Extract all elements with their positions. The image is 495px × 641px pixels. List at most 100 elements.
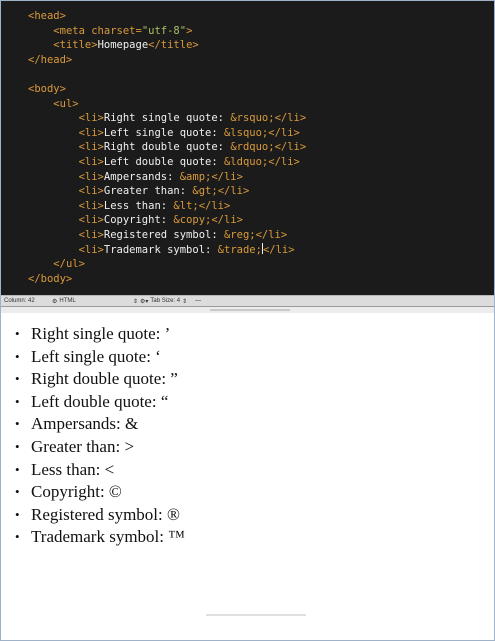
tab-size-label: Tab Size: 4 (150, 298, 181, 304)
symbol-menu[interactable]: — (192, 296, 204, 306)
list-item: • Left double quote: “ (15, 391, 185, 414)
code-token: <li> (78, 243, 104, 256)
code-line[interactable]: </body> (28, 272, 306, 287)
list-item: • Trademark symbol: ™ (15, 526, 185, 549)
code-token: </li> (255, 228, 288, 241)
list-item-text: Copyright: © (31, 482, 122, 502)
code-token: &rdquo; (230, 141, 275, 154)
code-token: "utf-8" (141, 24, 187, 37)
code-token: <li> (78, 185, 104, 198)
list-item-text: Left double quote: “ (31, 391, 169, 411)
code-token: Right single quote: (103, 112, 231, 125)
code-token: </body> (28, 272, 73, 285)
code-line[interactable]: </ul> (28, 257, 306, 272)
list-item-text: Right single quote: ’ (31, 324, 171, 343)
code-line[interactable]: <ul> (28, 97, 306, 112)
code-token: Left double quote: (103, 155, 224, 168)
code-token: &rsquo; (230, 112, 275, 125)
code-token: &gt; (192, 185, 218, 198)
column-indicator: Column: 42 (1, 296, 49, 306)
code-token: &reg; (223, 228, 256, 241)
bullet-icon: • (15, 461, 20, 477)
bullet-icon: • (15, 393, 20, 409)
browser-preview: • Right single quote: ’ • Left single quote… (1, 313, 494, 640)
code-line[interactable]: <meta charset="utf-8"> (28, 24, 306, 39)
divider-handle[interactable] (210, 309, 290, 311)
code-editor[interactable]: <head> <meta charset="utf-8"> <title>Hom… (1, 1, 494, 295)
code-token: </li> (262, 243, 295, 256)
code-token: &lt; (173, 199, 199, 212)
list-item-text: Left single quote: ‘ (31, 346, 161, 366)
code-token: Right double quote: (103, 141, 231, 154)
code-token: Registered symbol: (103, 228, 224, 241)
bullet-icon: • (15, 416, 20, 432)
code-token: </li> (274, 141, 307, 154)
gear-icon: ⚙ (52, 298, 58, 305)
code-line[interactable]: <li>Greater than: &gt;</li> (28, 184, 306, 199)
code-token: </li> (268, 155, 300, 168)
code-line[interactable]: <li>Left double quote: &ldquo;</li> (28, 155, 306, 170)
code-line[interactable] (28, 67, 306, 82)
code-token: <title> (53, 39, 98, 52)
stepper-icon: ⇕ (133, 298, 139, 305)
code-token: <li> (78, 214, 104, 227)
language-label: HTML (59, 298, 76, 304)
code-line[interactable]: <head> (28, 9, 306, 24)
list-item-text: Trademark symbol: ™ (31, 527, 185, 547)
list-item: • Greater than: > (15, 436, 185, 459)
stepper-icon: ⇕ (182, 298, 188, 305)
code-token: </title> (148, 39, 199, 52)
code-token: <ul> (53, 97, 79, 110)
code-token: Greater than: (103, 185, 193, 198)
list-item-text: Ampersands: & (31, 414, 139, 434)
code-line[interactable]: </head> (28, 53, 306, 68)
language-selector[interactable]: ⚙ HTML (49, 296, 130, 306)
code-line[interactable]: <li>Registered symbol: &reg;</li> (28, 228, 306, 243)
code-token: &ldquo; (223, 155, 269, 168)
code-line[interactable]: <li>Left single quote: &lsquo;</li> (28, 126, 306, 141)
code-token: <li> (78, 155, 104, 168)
preview-list: • Right single quote: ’ • Left single quote… (15, 323, 185, 549)
bullet-icon: • (15, 348, 20, 364)
code-token: </li> (211, 170, 243, 183)
code-line[interactable]: <li>Copyright: &copy;</li> (28, 213, 306, 228)
list-item-text: Less than: < (31, 459, 115, 479)
code-line[interactable]: <li>Less than: &lt;</li> (28, 199, 306, 214)
code-token: Trademark symbol: (103, 243, 218, 256)
code-token: Ampersands: (103, 170, 180, 183)
code-line[interactable]: <li>Ampersands: &amp;</li> (28, 170, 306, 185)
list-item: • Left single quote: ‘ (15, 346, 185, 369)
settings-icon: ⚙▾ (140, 298, 149, 305)
code-token: &copy; (173, 214, 212, 227)
symbol-menu-label: — (195, 298, 202, 304)
code-token: <li> (78, 126, 104, 139)
list-item: • Copyright: © (15, 481, 185, 504)
code-line[interactable]: <title>Homepage</title> (28, 38, 306, 53)
code-token: <li> (78, 112, 104, 125)
code-lines[interactable]: <head> <meta charset="utf-8"> <title>Hom… (28, 9, 306, 286)
code-line[interactable]: <li>Right single quote: &rsquo;</li> (28, 111, 307, 126)
list-item: • Ampersands: & (15, 413, 185, 436)
list-item: • Right double quote: ” (15, 368, 185, 391)
column-label: Column: 42 (4, 298, 35, 304)
code-token: <li> (78, 170, 104, 183)
code-token: </li> (274, 112, 307, 125)
list-item: • Right single quote: ’ (15, 323, 185, 346)
code-token: Homepage (97, 39, 149, 52)
tab-size-selector[interactable]: ⇕ ⚙▾ Tab Size: 4 ⇕ (130, 296, 192, 306)
list-item: • Less than: < (15, 459, 185, 482)
code-line[interactable]: <li>Right double quote: &rdquo;</li> (28, 140, 307, 155)
code-line[interactable]: <li>Trademark symbol: &trade;</li> (28, 242, 306, 258)
scroll-indicator (206, 614, 306, 616)
code-line[interactable]: <body> (28, 82, 306, 97)
